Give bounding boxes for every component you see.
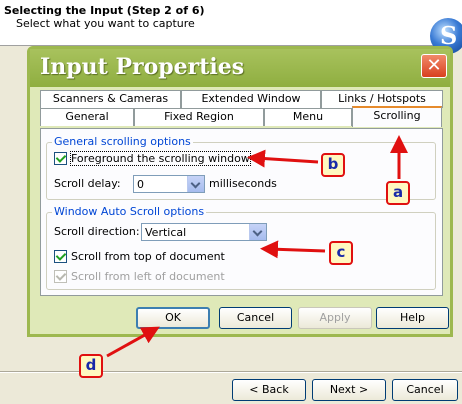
annotation-c: c xyxy=(329,241,353,265)
arrow-c xyxy=(260,240,326,259)
annotation-d: d xyxy=(79,354,103,378)
arrow-b xyxy=(247,149,319,168)
annotation-b: b xyxy=(321,153,345,177)
arrow-d xyxy=(106,326,160,358)
annotation-a: a xyxy=(386,181,410,205)
